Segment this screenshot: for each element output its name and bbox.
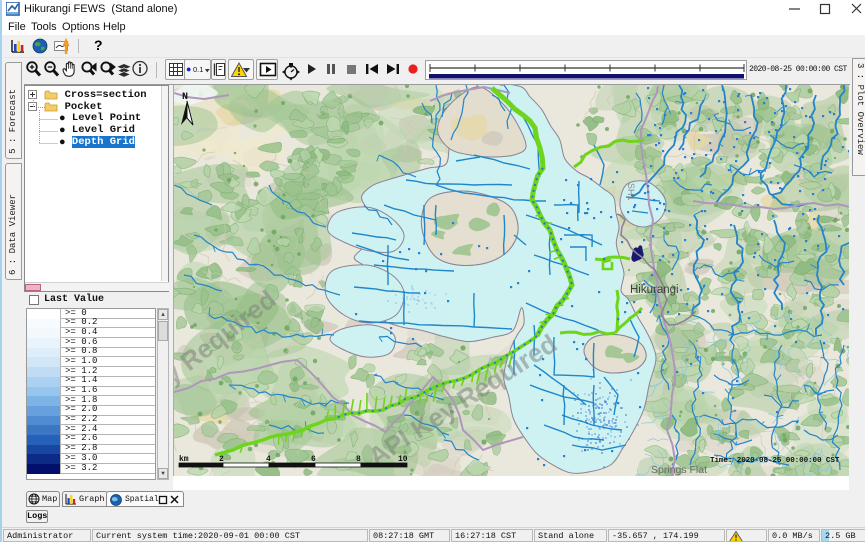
svg-text:Time: 2020-08-25 00:00:00 CST: Time: 2020-08-25 00:00:00 CST [710,457,840,465]
svg-text:Springs Flat: Springs Flat [651,464,707,476]
svg-text:SH1: SH1 [626,183,636,201]
svg-text:Hikurangi: Hikurangi [630,284,679,296]
